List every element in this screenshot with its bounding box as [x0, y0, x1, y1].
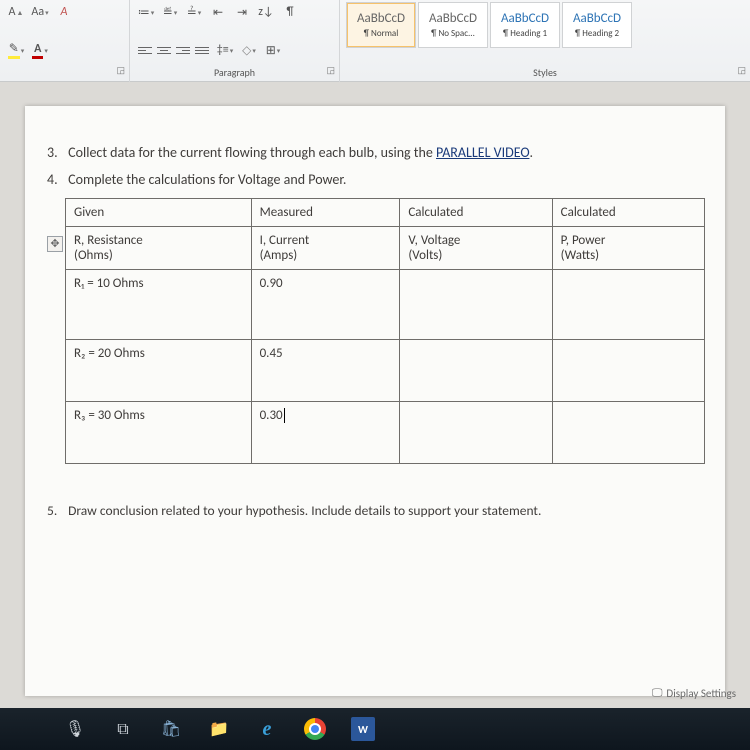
text-cursor	[283, 408, 285, 423]
style-heading-1[interactable]: AaBbCcD ¶ Heading 1	[490, 2, 560, 48]
style-name: ¶ No Spac...	[431, 28, 475, 39]
col-calc-p: Calculated	[552, 199, 704, 227]
display-settings-icon: 🖵	[652, 686, 663, 700]
font-color-button[interactable]: A▾	[30, 40, 50, 60]
align-left-button[interactable]	[136, 42, 154, 58]
style-normal[interactable]: AaBbCcD ¶ Normal	[346, 2, 416, 48]
q4-text: Complete the calculations for Voltage an…	[68, 171, 346, 188]
align-right-button[interactable]	[174, 42, 192, 58]
display-settings-button[interactable]: 🖵 Display Settings	[652, 686, 736, 700]
taskbar: 🎙 ⧉ 🛍 📁 e W	[0, 708, 750, 750]
style-heading-2[interactable]: AaBbCcD ¶ Heading 2	[562, 2, 632, 48]
style-no-spacing[interactable]: AaBbCcD ¶ No Spac...	[418, 2, 488, 48]
taskbar-edge-icon[interactable]: e	[252, 714, 282, 744]
table-move-handle-icon[interactable]: ✥	[47, 236, 63, 252]
col-given: Given	[66, 199, 252, 227]
styles-group: AaBbCcD ¶ Normal AaBbCcD ¶ No Spac... Aa…	[340, 0, 750, 62]
q5-text: Draw conclusion related to your hypothes…	[68, 502, 541, 519]
cell-measured[interactable]: 0.90	[251, 270, 400, 340]
parallel-video-link[interactable]: PARALLEL VIDEO	[436, 144, 529, 161]
multilevel-list-button[interactable]: ≟▾	[184, 2, 204, 22]
cell-power[interactable]	[552, 270, 704, 340]
data-table[interactable]: Given Measured Calculated Calculated R, …	[65, 198, 705, 464]
ribbon: A▲ Aa▾ A ✎▾ A▾ ≔▾ ≝▾ ≟▾ ⇤ ⇥ z↓ ¶ ‡≡▾	[0, 0, 750, 82]
alignment-buttons	[136, 42, 211, 58]
change-case-button[interactable]: Aa▾	[30, 2, 50, 22]
style-name: ¶ Heading 1	[503, 28, 547, 39]
q4-number: 4.	[47, 171, 65, 188]
cell-voltage[interactable]	[400, 270, 552, 340]
document-page[interactable]: 3. Collect data for the current flowing …	[25, 106, 725, 696]
cell-given[interactable]: R₂ = 20 Ohms	[66, 340, 252, 402]
col-calc-v: Calculated	[400, 199, 552, 227]
style-sample: AaBbCcD	[429, 11, 477, 26]
cell-measured[interactable]: 0.45	[251, 340, 400, 402]
taskbar-chrome-icon[interactable]	[300, 714, 330, 744]
paragraph-dialog-launcher-icon[interactable]: ◲	[326, 65, 335, 76]
question-4: 4. Complete the calculations for Voltage…	[47, 171, 697, 188]
numbering-button[interactable]: ≝▾	[160, 2, 180, 22]
style-sample: AaBbCcD	[501, 11, 549, 26]
taskbar-taskview-icon[interactable]: ⧉	[108, 714, 138, 744]
paragraph-group: ≔▾ ≝▾ ≟▾ ⇤ ⇥ z↓ ¶ ‡≡▾ ◇▾ ⊞▾	[130, 0, 340, 62]
table-row[interactable]: R₂ = 20 Ohms 0.45	[66, 340, 705, 402]
taskbar-mic-icon[interactable]: 🎙	[60, 714, 90, 744]
question-3: 3. Collect data for the current flowing …	[47, 144, 697, 161]
q3-number: 3.	[47, 144, 65, 161]
col-measured: Measured	[251, 199, 400, 227]
cell-voltage[interactable]	[400, 340, 552, 402]
style-name: ¶ Normal	[364, 28, 399, 39]
table-row[interactable]: R₃ = 30 Ohms 0.30	[66, 402, 705, 464]
clear-formatting-button[interactable]: A	[54, 2, 74, 22]
table-header-row: Given Measured Calculated Calculated	[66, 199, 705, 227]
styles-dialog-launcher-icon[interactable]: ◲	[737, 65, 746, 76]
styles-group-label: Styles ◲	[340, 62, 750, 82]
style-name: ¶ Heading 2	[575, 28, 619, 39]
sort-button[interactable]: z↓	[256, 2, 276, 22]
cell-power[interactable]	[552, 340, 704, 402]
borders-button[interactable]: ⊞▾	[263, 40, 283, 60]
style-sample: AaBbCcD	[357, 11, 405, 26]
taskbar-store-icon[interactable]: 🛍	[156, 714, 186, 744]
show-pilcrow-button[interactable]: ¶	[280, 2, 300, 22]
cell-measured[interactable]: 0.30	[251, 402, 400, 464]
q5-number: 5.	[47, 502, 65, 519]
decrease-indent-button[interactable]: ⇤	[208, 2, 228, 22]
align-center-button[interactable]	[155, 42, 173, 58]
q3-text: Collect data for the current flowing thr…	[68, 144, 436, 161]
cell-power[interactable]	[552, 402, 704, 464]
font-dialog-launcher-icon[interactable]: ◲	[116, 65, 125, 76]
cell-given[interactable]: R₁ = 10 Ohms	[66, 270, 252, 340]
table-row[interactable]: R₁ = 10 Ohms 0.90	[66, 270, 705, 340]
highlight-button[interactable]: ✎▾	[6, 40, 26, 60]
taskbar-explorer-icon[interactable]: 📁	[204, 714, 234, 744]
align-justify-button[interactable]	[193, 42, 211, 58]
line-spacing-button[interactable]: ‡≡▾	[215, 40, 235, 60]
font-group-label: ◲	[0, 62, 130, 82]
style-sample: AaBbCcD	[573, 11, 621, 26]
question-5: 5. Draw conclusion related to your hypot…	[47, 502, 697, 519]
document-area[interactable]: 3. Collect data for the current flowing …	[0, 82, 750, 708]
font-group: A▲ Aa▾ A ✎▾ A▾	[0, 0, 130, 62]
ribbon-group-labels: ◲ Paragraph ◲ Styles ◲	[0, 62, 750, 82]
increase-indent-button[interactable]: ⇥	[232, 2, 252, 22]
table-unit-row: R, Resistance(Ohms) I, Current(Amps) V, …	[66, 227, 705, 270]
font-size-grow-icon[interactable]: A▲	[6, 2, 26, 22]
taskbar-word-icon[interactable]: W	[348, 714, 378, 744]
shading-button[interactable]: ◇▾	[239, 40, 259, 60]
cell-voltage[interactable]	[400, 402, 552, 464]
paragraph-group-label: Paragraph ◲	[130, 62, 340, 82]
cell-given[interactable]: R₃ = 30 Ohms	[66, 402, 252, 464]
bullets-button[interactable]: ≔▾	[136, 2, 156, 22]
